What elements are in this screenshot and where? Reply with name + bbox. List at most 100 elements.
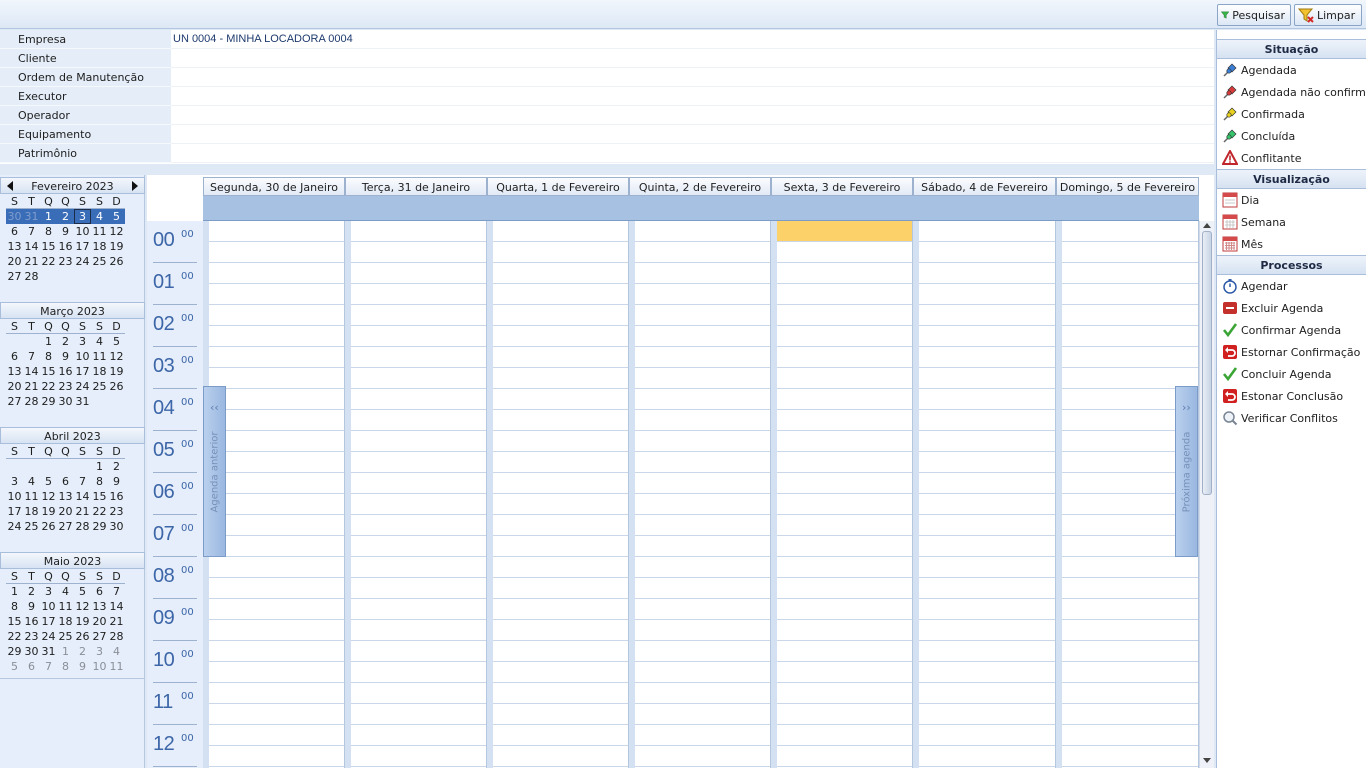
day-column-header[interactable]: Sábado, 4 de Fevereiro [913,177,1056,196]
filter-value-field[interactable] [171,68,1214,87]
day-cell[interactable]: 21 [74,504,91,519]
day-cell[interactable]: 16 [23,614,40,629]
day-column[interactable] [487,221,629,768]
selected-time-slot[interactable] [777,221,912,241]
day-cell[interactable]: 13 [6,239,23,254]
day-column-header[interactable]: Quinta, 2 de Fevereiro [629,177,771,196]
day-cell[interactable]: 23 [57,254,74,269]
day-cell[interactable]: 26 [40,519,57,534]
filter-value-field[interactable] [171,125,1214,144]
day-cell[interactable]: 31 [74,394,91,409]
day-cell[interactable]: 11 [91,349,108,364]
search-button[interactable]: Pesquisar [1217,4,1291,26]
day-cell[interactable]: 26 [108,254,125,269]
day-cell[interactable]: 15 [40,364,57,379]
day-cell[interactable]: 2 [57,334,74,349]
day-cell[interactable]: 20 [57,504,74,519]
day-column[interactable] [345,221,487,768]
day-cell[interactable]: 27 [91,629,108,644]
day-cell[interactable]: 7 [40,659,57,674]
day-cell[interactable]: 10 [74,224,91,239]
day-cell[interactable]: 1 [57,644,74,659]
day-cell[interactable]: 22 [40,254,57,269]
day-cell[interactable]: 7 [74,474,91,489]
day-cell[interactable]: 1 [40,209,57,224]
filter-value-field[interactable] [171,144,1214,163]
day-cell[interactable]: 26 [74,629,91,644]
day-cell[interactable]: 17 [74,239,91,254]
view-item[interactable]: Semana [1217,211,1366,233]
day-cell[interactable]: 5 [108,334,125,349]
day-cell[interactable]: 17 [40,614,57,629]
day-cell[interactable]: 15 [40,239,57,254]
view-item[interactable]: Dia [1217,189,1366,211]
day-cell[interactable]: 17 [6,504,23,519]
day-cell[interactable]: 19 [108,239,125,254]
day-cell[interactable]: 24 [40,629,57,644]
day-cell[interactable]: 16 [57,364,74,379]
all-day-row[interactable] [203,195,1199,221]
status-item[interactable]: Agendada não confirm... [1217,81,1366,103]
day-cell[interactable]: 2 [57,209,74,224]
day-cell[interactable]: 13 [57,489,74,504]
day-cell[interactable]: 9 [57,349,74,364]
day-cell[interactable]: 23 [23,629,40,644]
day-cell[interactable]: 3 [40,584,57,599]
day-cell[interactable]: 4 [91,334,108,349]
day-column[interactable] [913,221,1056,768]
day-cell[interactable]: 15 [91,489,108,504]
process-item[interactable]: Excluir Agenda [1217,297,1366,319]
day-cell[interactable]: 29 [91,519,108,534]
day-cell[interactable]: 8 [91,474,108,489]
day-cell[interactable]: 2 [108,459,125,474]
day-cell[interactable]: 14 [108,599,125,614]
day-cell[interactable]: 25 [91,379,108,394]
process-item[interactable]: Estornar Confirmação [1217,341,1366,363]
day-column[interactable] [771,221,913,768]
day-cell[interactable]: 18 [91,364,108,379]
day-column[interactable] [629,221,771,768]
day-cell[interactable]: 28 [108,629,125,644]
day-cell[interactable]: 18 [57,614,74,629]
day-cell[interactable]: 5 [108,209,125,224]
day-cell[interactable]: 29 [40,394,57,409]
day-cell[interactable]: 21 [23,379,40,394]
day-cell[interactable]: 4 [108,644,125,659]
day-cell[interactable]: 21 [108,614,125,629]
day-cell[interactable]: 10 [40,599,57,614]
day-cell[interactable]: 4 [23,474,40,489]
day-cell[interactable]: 28 [23,394,40,409]
day-cell[interactable]: 7 [108,584,125,599]
status-item[interactable]: Agendada [1217,59,1366,81]
day-cell[interactable]: 4 [91,209,108,224]
day-cell[interactable]: 22 [91,504,108,519]
day-cell[interactable]: 11 [57,599,74,614]
day-cell[interactable]: 31 [23,209,40,224]
day-cell[interactable]: 2 [23,584,40,599]
day-cell[interactable]: 30 [108,519,125,534]
day-cell[interactable]: 25 [23,519,40,534]
day-cell[interactable]: 7 [23,224,40,239]
clear-button[interactable]: Limpar [1294,4,1362,26]
day-cell[interactable]: 10 [91,659,108,674]
day-cell[interactable]: 9 [74,659,91,674]
day-cell[interactable]: 24 [74,379,91,394]
day-cell[interactable]: 14 [23,239,40,254]
day-cell[interactable]: 6 [91,584,108,599]
day-cell[interactable]: 12 [40,489,57,504]
day-cell[interactable]: 7 [23,349,40,364]
day-cell[interactable]: 30 [23,644,40,659]
day-cell[interactable]: 23 [57,379,74,394]
day-cell[interactable]: 26 [108,379,125,394]
status-item[interactable]: Conflitante [1217,147,1366,169]
next-schedule-tab[interactable]: ›› Próxima agenda [1175,386,1198,557]
day-cell[interactable]: 6 [6,349,23,364]
day-cell[interactable]: 6 [23,659,40,674]
day-cell[interactable]: 18 [91,239,108,254]
day-cell[interactable]: 17 [74,364,91,379]
day-cell[interactable]: 1 [40,334,57,349]
day-cell[interactable]: 19 [74,614,91,629]
day-cell[interactable]: 12 [74,599,91,614]
vertical-scrollbar[interactable] [1199,221,1214,768]
day-cell[interactable]: 5 [40,474,57,489]
